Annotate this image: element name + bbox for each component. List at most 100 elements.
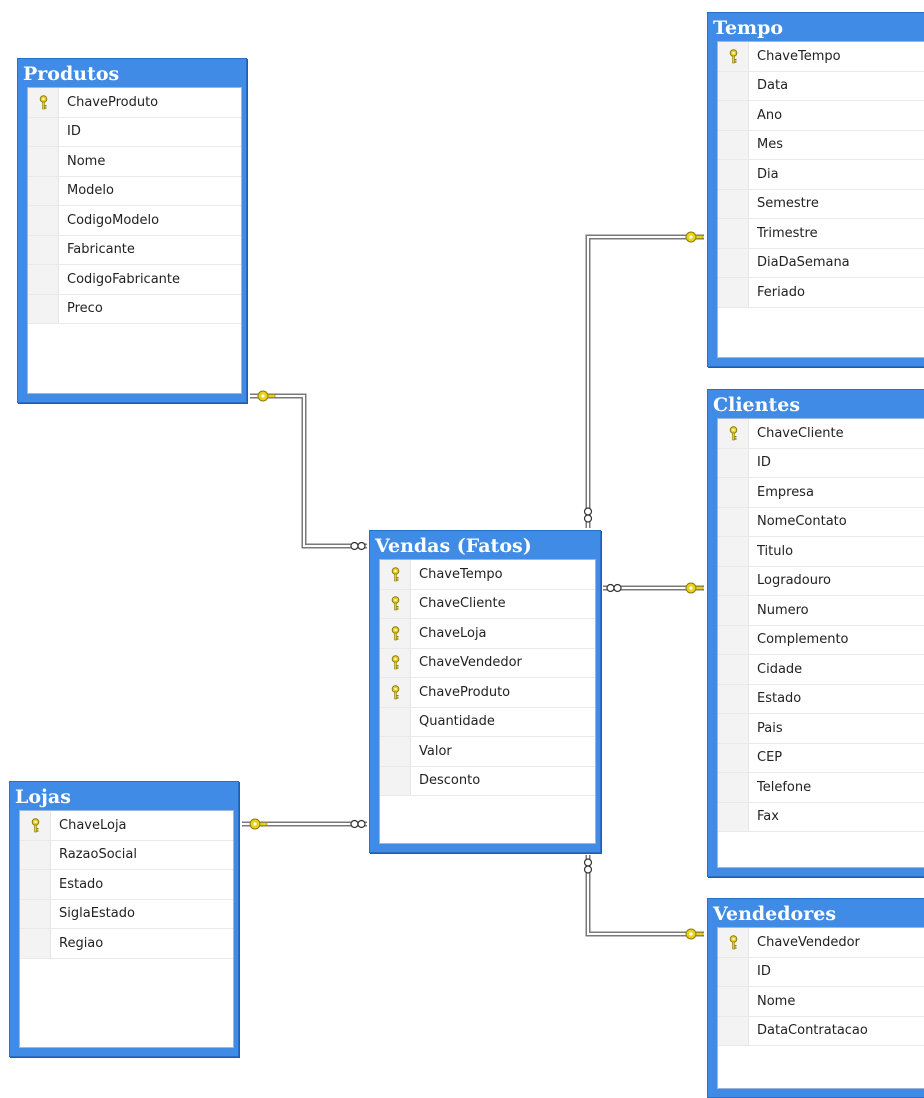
column-row[interactable]: Empresa <box>718 478 924 508</box>
column-row[interactable]: Desconto <box>380 766 595 796</box>
relationship-lojas-vendas[interactable] <box>242 818 367 830</box>
table-vendedores[interactable]: Vendedores ChaveVendedor ID Nome DataContra… <box>707 898 924 1098</box>
column-row[interactable]: Trimestre <box>718 219 924 249</box>
column-row[interactable]: CEP <box>718 743 924 773</box>
one-end-key-icon <box>685 231 704 243</box>
column-name: Quantidade <box>419 714 495 730</box>
column-name: Valor <box>419 743 452 759</box>
column-row[interactable]: ID <box>28 117 241 147</box>
column-row[interactable]: Nome <box>718 987 924 1017</box>
column-row[interactable]: Ano <box>718 101 924 131</box>
column-row[interactable]: ChaveVendedor <box>380 648 595 678</box>
column-name: Semestre <box>757 196 819 212</box>
column-row[interactable]: Cidade <box>718 655 924 685</box>
row-selector <box>718 802 749 831</box>
column-row[interactable]: SiglaEstado <box>20 899 233 929</box>
column-row[interactable]: ChaveProduto <box>380 678 595 708</box>
column-row[interactable]: ChaveTempo <box>380 560 595 590</box>
column-row[interactable]: CodigoModelo <box>28 206 241 236</box>
column-name: Cidade <box>757 661 803 677</box>
row-selector <box>380 648 411 677</box>
row-selector <box>718 537 749 566</box>
primary-key-icon <box>728 425 739 441</box>
column-name: Regiao <box>59 935 104 951</box>
column-name: Modelo <box>67 183 114 199</box>
column-row[interactable]: ChaveVendedor <box>718 928 924 958</box>
column-row[interactable]: Modelo <box>28 176 241 206</box>
column-row[interactable]: ChaveLoja <box>380 619 595 649</box>
row-selector <box>380 766 411 795</box>
column-row[interactable]: Logradouro <box>718 566 924 596</box>
column-name: ChaveProduto <box>419 684 511 700</box>
row-selector <box>718 957 749 986</box>
row-selector <box>718 987 749 1016</box>
column-row[interactable]: Telefone <box>718 773 924 803</box>
column-row[interactable]: Regiao <box>20 929 233 959</box>
column-name: DataContratacao <box>757 1023 868 1039</box>
table-produtos[interactable]: Produtos ChaveProduto ID Nome Modelo CodigoM… <box>17 58 247 403</box>
column-row[interactable]: Feriado <box>718 278 924 308</box>
table-vendas[interactable]: Vendas (Fatos) ChaveTempo ChaveCliente Cha… <box>369 530 601 853</box>
column-name: ID <box>757 964 771 980</box>
row-selector <box>28 206 59 235</box>
column-row[interactable]: Valor <box>380 737 595 767</box>
relationship-clientes-vendas[interactable] <box>603 582 704 594</box>
column-name: Estado <box>59 876 104 892</box>
column-name: ID <box>757 455 771 471</box>
column-row[interactable]: Dia <box>718 160 924 190</box>
relationship-tempo-vendas[interactable] <box>583 231 705 528</box>
table-title[interactable]: Produtos <box>18 59 246 87</box>
column-row[interactable]: ID <box>718 957 924 987</box>
column-row[interactable]: ChaveTempo <box>718 42 924 72</box>
column-row[interactable]: Fabricante <box>28 235 241 265</box>
column-name: CEP <box>757 750 783 766</box>
column-row[interactable]: Fax <box>718 802 924 832</box>
column-row[interactable]: Data <box>718 71 924 101</box>
column-name: Empresa <box>757 484 814 500</box>
column-row[interactable]: Estado <box>718 684 924 714</box>
column-row[interactable]: DiaDaSemana <box>718 248 924 278</box>
row-selector <box>28 88 59 117</box>
primary-key-icon <box>390 566 401 582</box>
column-row[interactable]: Mes <box>718 130 924 160</box>
table-clientes[interactable]: Clientes ChaveCliente ID Empresa NomeContat… <box>707 389 924 877</box>
column-name: ChaveVendedor <box>757 934 860 950</box>
column-row[interactable]: ChaveCliente <box>380 589 595 619</box>
column-row[interactable]: Estado <box>20 870 233 900</box>
primary-key-icon <box>30 817 41 833</box>
row-selector <box>718 189 749 218</box>
column-name: NomeContato <box>757 514 847 530</box>
column-row[interactable]: Pais <box>718 714 924 744</box>
row-selector <box>28 235 59 264</box>
column-row[interactable]: RazaoSocial <box>20 840 233 870</box>
column-row[interactable]: NomeContato <box>718 507 924 537</box>
column-row[interactable]: ChaveCliente <box>718 419 924 449</box>
table-title[interactable]: Vendas (Fatos) <box>370 531 600 559</box>
column-row[interactable]: Quantidade <box>380 707 595 737</box>
table-title[interactable]: Vendedores <box>708 899 924 927</box>
row-selector <box>718 130 749 159</box>
column-row[interactable]: Complemento <box>718 625 924 655</box>
column-row[interactable]: Preco <box>28 294 241 324</box>
column-row[interactable]: Nome <box>28 147 241 177</box>
column-name: ChaveVendedor <box>419 655 522 671</box>
table-title[interactable]: Lojas <box>10 782 238 810</box>
column-name: ChaveTempo <box>419 566 503 582</box>
column-row[interactable]: ChaveProduto <box>28 88 241 118</box>
column-row[interactable]: ID <box>718 448 924 478</box>
relationship-produtos-vendas[interactable] <box>250 390 367 551</box>
column-row[interactable]: ChaveLoja <box>20 811 233 841</box>
column-row[interactable]: DataContratacao <box>718 1016 924 1046</box>
table-tempo[interactable]: Tempo ChaveTempo Data Ano Mes Dia Semestre Tri… <box>707 12 924 367</box>
column-row[interactable]: Titulo <box>718 537 924 567</box>
table-title[interactable]: Clientes <box>708 390 924 418</box>
column-row[interactable]: CodigoFabricante <box>28 265 241 295</box>
column-row[interactable]: Numero <box>718 596 924 626</box>
table-title[interactable]: Tempo <box>708 13 924 41</box>
one-end-key-icon <box>685 928 704 940</box>
one-end-key-icon <box>257 390 276 402</box>
relationship-vendedores-vendas[interactable] <box>583 855 705 940</box>
row-selector <box>718 248 749 277</box>
table-lojas[interactable]: Lojas ChaveLoja RazaoSocial Estado SiglaEst… <box>9 781 239 1057</box>
column-row[interactable]: Semestre <box>718 189 924 219</box>
